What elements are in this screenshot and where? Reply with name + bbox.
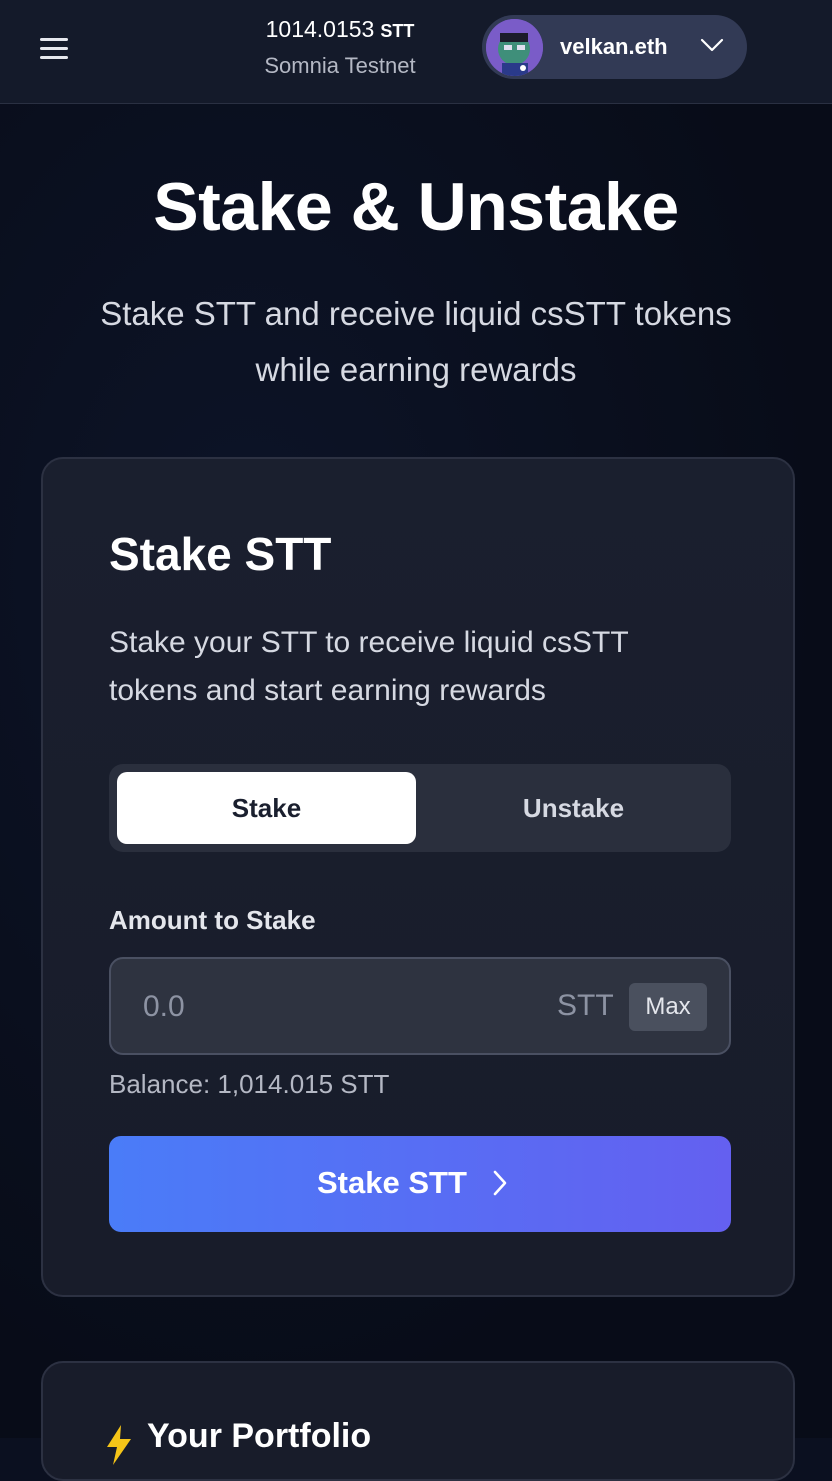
tab-stake[interactable]: Stake [117, 772, 416, 844]
amount-field: STT Max [109, 957, 731, 1055]
tab-unstake[interactable]: Unstake [424, 772, 723, 844]
wallet-name: velkan.eth [560, 34, 668, 59]
balance-unit: STT [380, 21, 415, 41]
chevron-right-icon [493, 1170, 507, 1196]
hamburger-icon [40, 38, 68, 41]
portfolio-title: Your Portfolio [147, 1417, 372, 1455]
amount-input[interactable] [143, 985, 503, 1029]
top-bar: 1014.0153 STT Somnia Testnet velkan.eth [0, 0, 832, 104]
stake-submit-button[interactable]: Stake STT [109, 1136, 731, 1232]
balance-line: 1014.0153 STT [230, 16, 450, 43]
amount-unit: STT [557, 989, 614, 1022]
page-subtitle: Stake STT and receive liquid csSTT token… [100, 295, 732, 388]
card-description: Stake your STT to receive liquid csSTT t… [109, 626, 629, 707]
amount-label: Amount to Stake [109, 905, 316, 935]
stake-submit-label: Stake STT [317, 1165, 467, 1200]
wallet-account-button[interactable]: velkan.eth [482, 15, 747, 79]
card-title: Stake STT [109, 528, 332, 580]
available-balance: Balance: 1,014.015 STT [109, 1069, 390, 1099]
menu-button[interactable] [38, 36, 70, 60]
stake-card: Stake STT Stake your STT to receive liqu… [41, 457, 795, 1297]
chevron-down-icon [700, 38, 724, 52]
stake-unstake-toggle: Stake Unstake [109, 764, 731, 852]
avatar [486, 19, 543, 76]
balance-amount: 1014.0153 [265, 16, 375, 42]
hamburger-icon-line [40, 47, 68, 50]
hamburger-icon-line [40, 56, 68, 59]
portfolio-card: Your Portfolio [41, 1361, 795, 1481]
page-title: Stake & Unstake [153, 169, 679, 245]
max-button[interactable]: Max [629, 983, 707, 1031]
network-name: Somnia Testnet [264, 53, 416, 78]
lightning-icon [107, 1425, 131, 1465]
wallet-balance: 1014.0153 STT Somnia Testnet [230, 16, 450, 79]
avatar-image [486, 19, 543, 76]
